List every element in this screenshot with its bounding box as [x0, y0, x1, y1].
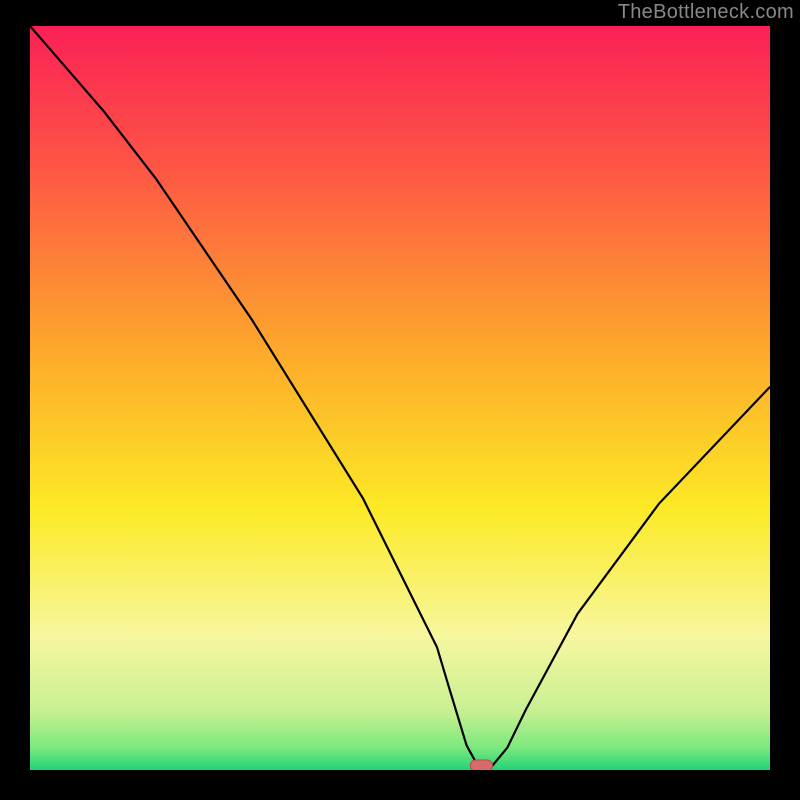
chart-frame: TheBottleneck.com [0, 0, 800, 800]
optimal-marker [470, 760, 492, 770]
bottleneck-chart [30, 26, 770, 770]
chart-background [30, 26, 770, 770]
plot-area [30, 26, 770, 770]
watermark-label: TheBottleneck.com [618, 1, 794, 24]
